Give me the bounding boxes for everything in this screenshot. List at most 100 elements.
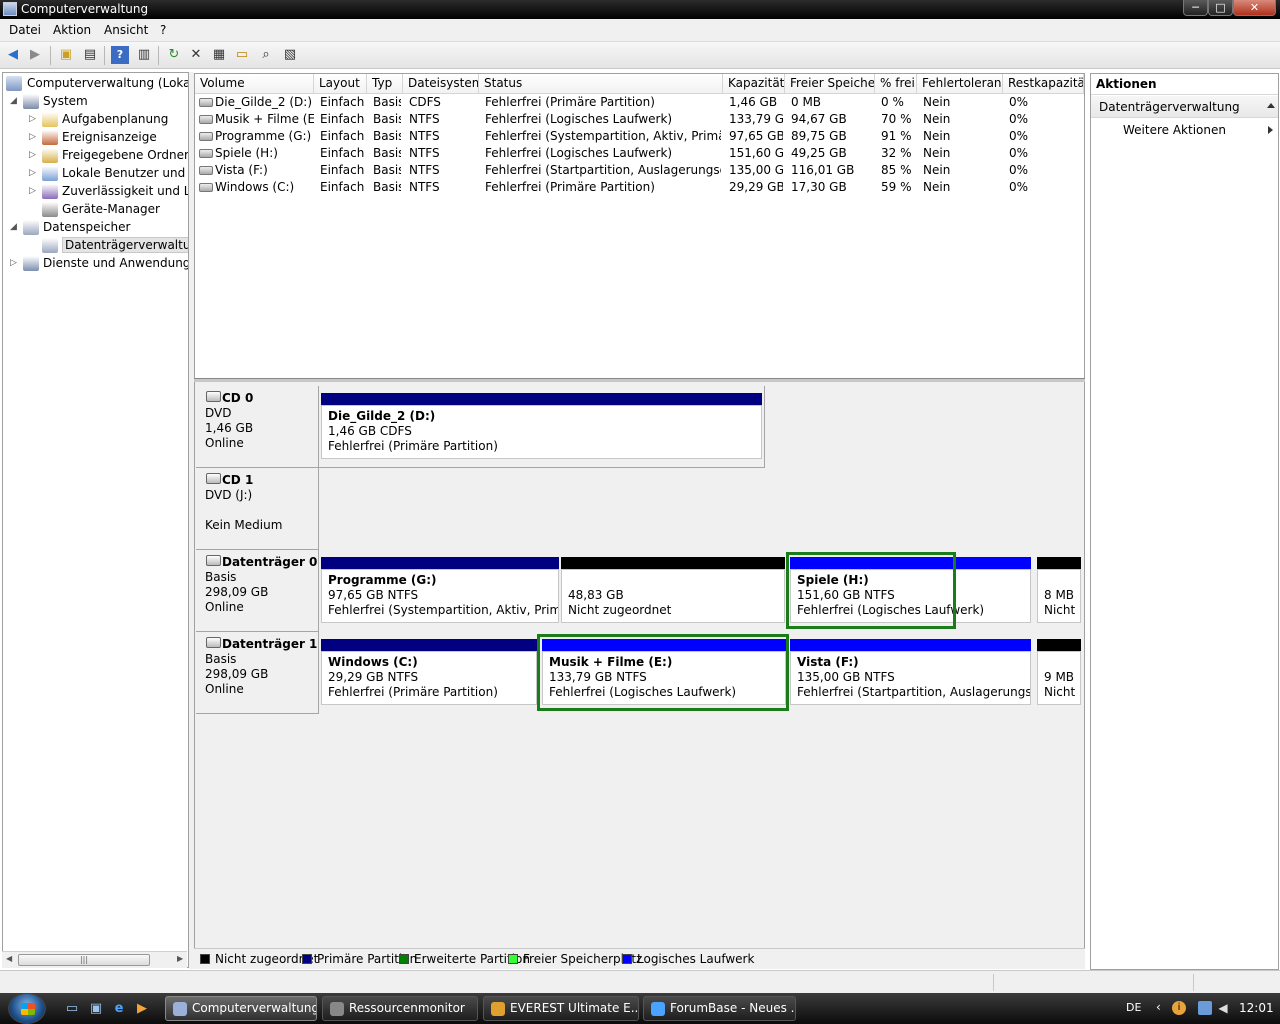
column-header[interactable]: Typ	[367, 74, 403, 94]
switch-windows-icon[interactable]: ▣	[88, 1001, 104, 1017]
disk-graphical-view: CD 0 DVD 1,46 GB Online Die_Gilde_2 (D:) 1,46…	[194, 382, 1085, 969]
forward-arrow-icon[interactable]: ▶	[26, 46, 44, 64]
disk-label-2[interactable]: Datenträger 0 Basis 298,09 GB Online	[196, 550, 319, 632]
actions-section-disk-management[interactable]: Datenträgerverwaltung	[1091, 96, 1278, 118]
column-header[interactable]: Kapazität	[723, 74, 785, 94]
partition-2-1[interactable]: 48,83 GB Nicht zugeordnet	[561, 557, 785, 623]
settings-icon[interactable]: ▧	[281, 46, 299, 64]
disk-name: Datenträger 0	[222, 555, 318, 569]
close-button[interactable]: ✕	[1233, 0, 1276, 16]
table-cell: 0%	[1009, 129, 1029, 143]
column-header[interactable]: Status	[479, 74, 723, 94]
collapse-icon[interactable]	[1267, 103, 1275, 108]
table-cell: CDFS	[409, 95, 441, 109]
info-icon[interactable]: i	[1172, 1001, 1186, 1015]
partition-type-bar	[1037, 639, 1081, 651]
refresh-icon[interactable]: ↻	[165, 46, 183, 64]
disk-label-0[interactable]: CD 0 DVD 1,46 GB Online	[196, 386, 319, 468]
status-bar	[0, 970, 1280, 993]
column-header[interactable]: Volume	[195, 74, 314, 94]
show-hide-action-pane-icon[interactable]: ▥	[135, 46, 153, 64]
expand-arrow-icon[interactable]: ▷	[10, 258, 20, 268]
menu-datei[interactable]: Datei	[9, 23, 41, 37]
disk-info-line: DVD (J:)	[205, 488, 253, 502]
table-row[interactable]: Vista (F:) Einfach Basis NTFS Fehlerfrei (St…	[195, 162, 1084, 179]
shared-folders-icon	[42, 148, 58, 163]
table-row[interactable]: Musik + Filme (E:) Einfach Basis NTFS Fehler…	[195, 111, 1084, 128]
taskbar-button[interactable]: Computerverwaltung	[165, 996, 317, 1021]
help-icon[interactable]: ?	[111, 46, 129, 64]
collapse-arrow-icon[interactable]: ◢	[10, 96, 20, 106]
show-hidden-icons[interactable]: ‹	[1156, 1000, 1161, 1014]
back-arrow-icon[interactable]: ◀	[4, 46, 22, 64]
volume-icon[interactable]: ◀	[1216, 1001, 1230, 1015]
expand-arrow-icon[interactable]: ▷	[29, 150, 39, 160]
delete-icon[interactable]: ✕	[187, 46, 205, 64]
show-hide-tree-icon[interactable]: ▤	[81, 46, 99, 64]
tree-item-label: Lokale Benutzer und Gru	[62, 166, 188, 180]
expand-arrow-icon[interactable]: ▷	[29, 168, 39, 178]
table-cell: Fehlerfrei (Logisches Laufwerk)	[485, 112, 673, 126]
storage-icon	[23, 220, 39, 235]
partition-title: Vista (F:)	[797, 655, 859, 669]
scrollbar-thumb[interactable]: |||	[18, 954, 150, 966]
partition-3-0[interactable]: Windows (C:) 29,29 GB NTFS Fehlerfrei (Pri…	[321, 639, 537, 705]
table-cell: Basis	[373, 180, 401, 194]
partition-body: Vista (F:) 135,00 GB NTFS Fehlerfrei (Star…	[790, 651, 1031, 705]
table-row[interactable]: Windows (C:) Einfach Basis NTFS Fehlerfrei (…	[195, 179, 1084, 196]
taskbar-button[interactable]: EVEREST Ultimate E...	[483, 996, 639, 1021]
disk-label-1[interactable]: CD 1 DVD (J:) Kein Medium	[196, 468, 319, 550]
column-header[interactable]: Layout	[314, 74, 367, 94]
table-cell: Nein	[923, 95, 951, 109]
disk-info-line: DVD	[205, 406, 232, 420]
tree-horizontal-scrollbar[interactable]: ◀ ||| ▶	[2, 951, 187, 968]
disk-label-3[interactable]: Datenträger 1 Basis 298,09 GB Online	[196, 632, 319, 714]
submenu-arrow-icon[interactable]	[1268, 126, 1273, 134]
expand-arrow-icon[interactable]: ▷	[29, 186, 39, 196]
start-button[interactable]	[8, 993, 46, 1024]
media-player-icon[interactable]: ▶	[134, 1001, 150, 1017]
language-indicator[interactable]: DE	[1126, 1001, 1141, 1014]
partition-body: 48,83 GB Nicht zugeordnet	[561, 569, 785, 623]
properties-icon[interactable]: ▦	[210, 46, 228, 64]
internet-explorer-icon[interactable]: e	[111, 1001, 127, 1017]
legend-swatch	[508, 954, 518, 964]
open-icon[interactable]: ▭	[233, 46, 251, 64]
partition-size: 8 MB	[1044, 588, 1075, 602]
minimize-button[interactable]: ─	[1183, 0, 1208, 16]
volume-list: Volume Layout Typ Dateisystem Status Kapazitä…	[194, 73, 1085, 379]
disk-info-line: Online	[205, 600, 244, 614]
expand-arrow-icon[interactable]: ▷	[29, 132, 39, 142]
up-folder-icon[interactable]: ▣	[57, 46, 75, 64]
drive-icon	[199, 183, 213, 192]
menu-ansicht[interactable]: Ansicht	[104, 23, 148, 37]
partition-3-2[interactable]: Vista (F:) 135,00 GB NTFS Fehlerfrei (Star…	[790, 639, 1031, 705]
search-icon[interactable]: ⌕	[257, 46, 275, 64]
table-cell: 32 %	[881, 146, 912, 160]
table-cell: Nein	[923, 129, 951, 143]
column-header[interactable]: Dateisystem	[403, 74, 479, 94]
network-icon[interactable]	[1198, 1001, 1212, 1015]
more-actions-link[interactable]: Weitere Aktionen	[1123, 123, 1226, 137]
expand-arrow-icon[interactable]: ▷	[29, 114, 39, 124]
collapse-arrow-icon[interactable]: ◢	[10, 222, 20, 232]
show-desktop-icon[interactable]: ▭	[64, 1001, 80, 1017]
menu-aktion[interactable]: Aktion	[53, 23, 91, 37]
taskbar-button[interactable]: Ressourcenmonitor	[322, 996, 478, 1021]
resource-monitor-icon	[330, 1002, 344, 1016]
column-header[interactable]: % frei	[875, 74, 917, 94]
column-header[interactable]: Freier Speicher	[785, 74, 875, 94]
column-header[interactable]: Restkapazität	[1003, 74, 1084, 94]
partition-2-3[interactable]: 8 MB Nicht	[1037, 557, 1081, 623]
table-row[interactable]: Programme (G:) Einfach Basis NTFS Fehlerfrei…	[195, 128, 1084, 145]
table-row[interactable]: Die_Gilde_2 (D:) Einfach Basis CDFS Fehlerfr…	[195, 94, 1084, 111]
table-row[interactable]: Spiele (H:) Einfach Basis NTFS Fehlerfrei (L…	[195, 145, 1084, 162]
column-header[interactable]: Fehlertoleranz	[917, 74, 1003, 94]
menu-help[interactable]: ?	[160, 23, 166, 37]
table-cell: Basis	[373, 112, 401, 126]
partition-2-0[interactable]: Programme (G:) 97,65 GB NTFS Fehlerfrei (S…	[321, 557, 559, 623]
partition-3-3[interactable]: 9 MB Nicht :	[1037, 639, 1081, 705]
maximize-button[interactable]: □	[1208, 0, 1233, 16]
taskbar-button[interactable]: ForumBase - Neues ...	[643, 996, 796, 1021]
clock[interactable]: 12:01	[1239, 1001, 1274, 1015]
